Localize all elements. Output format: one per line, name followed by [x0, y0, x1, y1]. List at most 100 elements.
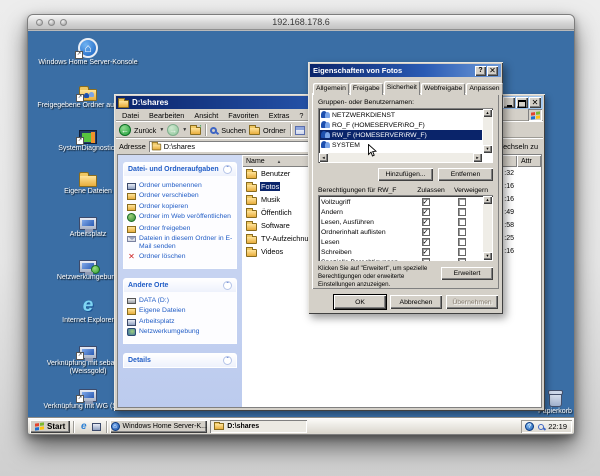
scroll-down-icon[interactable]: ▼ [483, 252, 492, 260]
task-share-folder[interactable]: Ordner freigeben [127, 225, 233, 233]
dialog-titlebar[interactable]: Eigenschaften von Fotos ? ✕ [310, 64, 501, 77]
menu-extras[interactable]: Extras [264, 111, 295, 120]
tab-freigabe[interactable]: Freigabe [350, 83, 383, 95]
place-data-drive[interactable]: DATA (D:) [127, 297, 233, 305]
back-icon[interactable]: ← [119, 124, 131, 136]
start-button[interactable]: Start [30, 420, 70, 433]
mac-zoom-button[interactable] [60, 19, 67, 26]
tab-anpassen[interactable]: Anpassen [466, 83, 502, 95]
allow-checkbox[interactable] [422, 208, 430, 216]
tab-allgemein[interactable]: Allgemein [313, 83, 349, 95]
permissions-list[interactable]: Vollzugriff Ändern Lesen, Ausführen [318, 195, 493, 261]
place-network[interactable]: Netzwerkumgebung [127, 328, 233, 336]
ok-button[interactable]: OK [334, 295, 386, 309]
address-label: Adresse [119, 142, 146, 151]
maximize-button[interactable] [516, 97, 528, 108]
search-button-label[interactable]: Suchen [221, 126, 246, 135]
menu-favoriten[interactable]: Favoriten [223, 111, 263, 120]
back-dropdown-icon[interactable]: ▼ [159, 127, 164, 133]
remove-button[interactable]: Entfernen [438, 168, 493, 181]
allow-checkbox[interactable] [422, 218, 430, 226]
chevron-down-icon[interactable]: ˇ [223, 356, 232, 365]
tasks-panel-header[interactable]: Datei- und Ordneraufgaben ˆ [124, 163, 236, 176]
tab-sicherheit[interactable]: Sicherheit [384, 81, 420, 95]
menu-datei[interactable]: Datei [117, 111, 144, 120]
scroll-up-icon[interactable]: ▲ [483, 196, 492, 204]
chevron-up-icon[interactable]: ˆ [223, 165, 232, 174]
menu-bearbeiten[interactable]: Bearbeiten [144, 111, 189, 120]
advanced-button[interactable]: Erweitert [441, 267, 493, 280]
desktop-icon-whs-console[interactable]: ⌂ Windows Home Server-Konsole [32, 34, 144, 77]
details-panel-header[interactable]: Details ˇ [124, 354, 236, 367]
folders-button-label[interactable]: Ordner [263, 126, 286, 135]
views-icon[interactable] [295, 126, 305, 135]
whs-health-tray-icon[interactable]: ? [525, 422, 534, 431]
search-icon[interactable] [210, 127, 217, 134]
scroll-left-icon[interactable]: ◄ [319, 153, 328, 162]
magnifier-tray-icon[interactable] [538, 424, 544, 430]
task-move-folder[interactable]: Ordner verschieben [127, 192, 233, 200]
allow-checkbox[interactable] [422, 198, 430, 206]
allow-checkbox[interactable] [422, 248, 430, 256]
place-my-computer[interactable]: Arbeitsplatz [127, 318, 233, 326]
deny-checkbox[interactable] [458, 238, 466, 246]
vertical-scrollbar[interactable]: ▲ ▼ [483, 109, 492, 153]
allow-checkbox[interactable] [422, 258, 430, 261]
back-button-label[interactable]: Zurück [134, 126, 156, 135]
folders-view-icon[interactable] [249, 127, 260, 135]
address-value: D:\shares [164, 142, 195, 151]
scroll-up-icon[interactable]: ▲ [483, 109, 492, 117]
menu-ansicht[interactable]: Ansicht [189, 111, 223, 120]
horizontal-scrollbar[interactable]: ◄ ► [319, 153, 482, 162]
place-my-documents[interactable]: Eigene Dateien [127, 307, 233, 315]
deny-checkbox[interactable] [458, 208, 466, 216]
group-row-rw-f[interactable]: RW_F (HOMESERVER\RW_F) [320, 130, 482, 140]
mac-titlebar[interactable]: 192.168.178.6 [28, 15, 574, 30]
group-row-netzwerkdienst[interactable]: NETZWERKDIENST [320, 110, 482, 120]
allow-checkbox[interactable] [422, 228, 430, 236]
close-button[interactable]: ✕ [487, 66, 498, 76]
group-list[interactable]: NETZWERKDIENST RO_F (HOMESERVER\RO_F) RW… [318, 108, 493, 163]
task-button-dshares[interactable]: D:\shares [210, 420, 307, 433]
forward-icon[interactable]: → [167, 124, 179, 136]
deny-checkbox[interactable] [458, 218, 466, 226]
mac-window-title: 192.168.178.6 [272, 17, 330, 27]
deny-checkbox[interactable] [458, 248, 466, 256]
group-row-system[interactable]: SYSTEM [320, 140, 482, 150]
column-header-attr[interactable]: Attr [517, 155, 541, 167]
mac-close-button[interactable] [36, 19, 43, 26]
deny-checkbox[interactable] [458, 228, 466, 236]
task-button-whs-console[interactable]: ⌂ Windows Home Server-K... [110, 420, 207, 433]
task-publish-web[interactable]: Ordner im Web veröffentlichen [127, 213, 233, 222]
cancel-button[interactable]: Abbrechen [390, 295, 442, 309]
close-button[interactable]: ✕ [529, 97, 541, 108]
whs-console-icon: ⌂ [111, 422, 120, 431]
scroll-right-icon[interactable]: ► [473, 153, 482, 162]
menu-hilfe[interactable]: ? [294, 111, 308, 120]
help-button[interactable]: ? [475, 66, 486, 76]
forward-dropdown-icon[interactable]: ▼ [182, 127, 187, 133]
vertical-scrollbar[interactable]: ▲ ▼ [483, 196, 492, 260]
group-row-ro-f[interactable]: RO_F (HOMESERVER\RO_F) [320, 120, 482, 130]
ie-quicklaunch-icon[interactable]: e [78, 421, 89, 432]
up-folder-icon[interactable]: ↑ [190, 127, 201, 135]
start-flag-icon [35, 422, 44, 430]
deny-checkbox[interactable] [458, 198, 466, 206]
places-panel-header[interactable]: Andere Orte ˆ [124, 279, 236, 292]
task-copy-folder[interactable]: Ordner kopieren [127, 203, 233, 211]
taskbar-clock[interactable]: 22:19 [548, 422, 567, 431]
tab-webfreigabe[interactable]: Webfreigabe [421, 83, 465, 95]
folder-icon [127, 308, 136, 315]
mac-minimize-button[interactable] [48, 19, 55, 26]
deny-checkbox[interactable] [458, 258, 466, 261]
add-button[interactable]: Hinzufügen... [378, 168, 433, 181]
task-rename-folder[interactable]: Ordner umbenennen [127, 182, 233, 190]
scroll-down-icon[interactable]: ▼ [483, 145, 492, 153]
windows-desktop[interactable]: ⌂ Windows Home Server-Konsole Freigegebe… [28, 31, 574, 434]
allow-checkbox[interactable] [422, 238, 430, 246]
task-email-files[interactable]: Dateien in diesem Ordner in E-Mail sende… [127, 235, 233, 251]
task-delete-folder[interactable]: ✕Ordner löschen [127, 253, 233, 261]
show-desktop-icon[interactable] [91, 421, 102, 432]
chevron-up-icon[interactable]: ˆ [223, 281, 232, 290]
minimize-button[interactable] [503, 97, 515, 108]
